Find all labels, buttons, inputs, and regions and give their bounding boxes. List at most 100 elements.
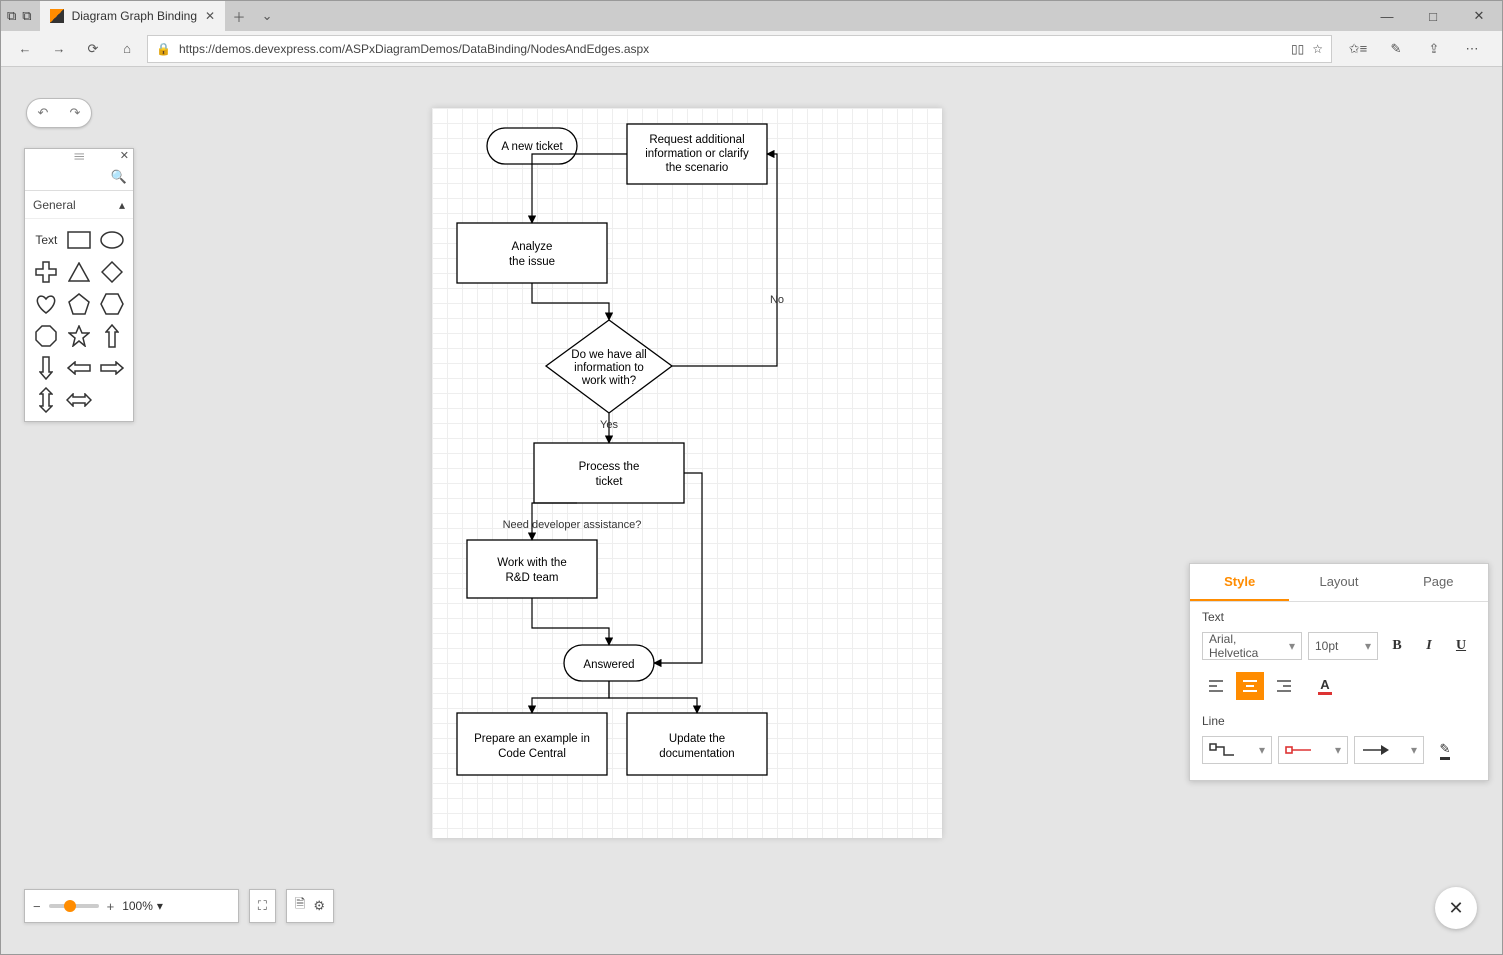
shape-triangle[interactable] xyxy=(66,259,93,285)
home-button[interactable]: ⌂ xyxy=(113,35,141,63)
node-n1-label: A new ticket xyxy=(501,141,563,153)
reader-icon[interactable]: ▯▯ xyxy=(1291,42,1304,56)
bold-button[interactable]: B xyxy=(1384,633,1410,659)
align-right-button[interactable] xyxy=(1270,672,1298,700)
favicon-icon xyxy=(50,9,64,23)
tab-close-icon[interactable]: ✕ xyxy=(205,9,215,23)
node-n7-label: Answered xyxy=(583,659,634,671)
tab-page[interactable]: Page xyxy=(1389,564,1488,601)
window-maximize-button[interactable]: □ xyxy=(1410,1,1456,31)
window-close-button[interactable]: ✕ xyxy=(1456,1,1502,31)
fullscreen-button[interactable]: ⛶ xyxy=(258,898,267,914)
shape-text[interactable]: Text xyxy=(33,227,60,253)
zoom-slider-knob[interactable] xyxy=(64,900,76,912)
font-color-button[interactable]: A xyxy=(1310,677,1340,695)
shape-arrow-left[interactable] xyxy=(66,355,93,381)
zoom-value: 100% xyxy=(122,899,153,913)
panel-close-icon[interactable]: ✕ xyxy=(120,149,129,162)
underline-button[interactable]: U xyxy=(1448,633,1474,659)
shape-octagon[interactable] xyxy=(33,323,60,349)
line-end-select[interactable]: ▾ xyxy=(1354,736,1424,764)
undo-button[interactable]: ↶ xyxy=(38,105,49,121)
forward-button[interactable]: → xyxy=(45,35,73,63)
chevron-down-icon: ▾ xyxy=(157,899,163,913)
shape-rectangle[interactable] xyxy=(66,227,93,253)
share-icon[interactable]: ⇪ xyxy=(1420,35,1448,63)
address-bar[interactable]: 🔒 https://demos.devexpress.com/ASPxDiagr… xyxy=(147,35,1332,63)
reload-button[interactable]: ⟳ xyxy=(79,35,107,63)
align-center-button[interactable] xyxy=(1236,672,1264,700)
shape-diamond[interactable] xyxy=(98,259,125,285)
shape-arrow-leftright[interactable] xyxy=(66,387,93,413)
export-button[interactable]: 🗎 xyxy=(295,895,305,917)
node-n6[interactable] xyxy=(467,540,597,598)
shape-ellipse[interactable] xyxy=(98,227,125,253)
shape-arrow-down[interactable] xyxy=(33,355,60,381)
panel-drag-handle[interactable]: ✕ xyxy=(25,149,133,163)
node-n2-l3: the scenario xyxy=(666,162,729,174)
edge-n4-n2[interactable] xyxy=(672,154,777,366)
connector-type-select[interactable]: ▾ xyxy=(1202,736,1272,764)
line-start-select[interactable]: ▾ xyxy=(1278,736,1348,764)
settings-button[interactable]: ⚙ xyxy=(313,898,325,914)
notes-icon[interactable]: ✎ xyxy=(1382,35,1410,63)
chevron-down-icon: ▾ xyxy=(1289,639,1295,653)
node-n2-l1: Request additional xyxy=(649,134,744,146)
chevron-down-icon: ▾ xyxy=(1365,639,1371,653)
edge-label-needdev: Need developer assistance? xyxy=(503,519,642,531)
shape-hexagon[interactable] xyxy=(98,291,125,317)
shape-star[interactable] xyxy=(66,323,93,349)
diagram-canvas[interactable]: A new ticket Request additional informat… xyxy=(432,108,942,838)
tab-style[interactable]: Style xyxy=(1190,564,1289,601)
align-left-button[interactable] xyxy=(1202,672,1230,700)
shape-arrow-right[interactable] xyxy=(98,355,125,381)
more-icon[interactable]: ⋯ xyxy=(1458,35,1486,63)
favorite-icon[interactable]: ☆ xyxy=(1312,42,1323,56)
browser-tab[interactable]: Diagram Graph Binding ✕ xyxy=(40,1,225,31)
shape-arrow-up[interactable] xyxy=(98,323,125,349)
shape-heart[interactable] xyxy=(33,291,60,317)
shape-placeholder xyxy=(98,387,125,413)
chevron-down-icon: ▾ xyxy=(1259,743,1265,757)
shape-cross[interactable] xyxy=(33,259,60,285)
close-panel-button[interactable]: ✕ xyxy=(1435,887,1477,929)
address-url: https://demos.devexpress.com/ASPxDiagram… xyxy=(179,42,1283,56)
italic-button[interactable]: I xyxy=(1416,633,1442,659)
edge-n7-n9[interactable] xyxy=(609,681,697,713)
search-icon: 🔍 xyxy=(111,169,127,185)
window-minimize-button[interactable]: — xyxy=(1364,1,1410,31)
line-color-button[interactable]: ✎ xyxy=(1430,741,1460,760)
zoom-select[interactable]: 100% ▾ xyxy=(122,899,163,913)
edge-n7-n8[interactable] xyxy=(532,681,609,713)
edge-n6-n7[interactable] xyxy=(532,598,609,645)
shape-category-header[interactable]: General ▴ xyxy=(25,191,133,219)
zoom-slider[interactable] xyxy=(49,904,99,908)
new-tab-button[interactable]: ＋ xyxy=(225,1,253,31)
node-n8-l2: Code Central xyxy=(498,748,566,760)
browser-toolbar: ← → ⟳ ⌂ 🔒 https://demos.devexpress.com/A… xyxy=(1,31,1502,67)
shape-arrow-updown[interactable] xyxy=(33,387,60,413)
node-n2-l2: information or clarify xyxy=(645,148,749,160)
font-size-select[interactable]: 10pt▾ xyxy=(1308,632,1378,660)
zoom-out-button[interactable]: − xyxy=(33,899,41,914)
edge-n3-n4[interactable] xyxy=(532,283,609,320)
redo-button[interactable]: ↷ xyxy=(70,105,81,121)
node-n3[interactable] xyxy=(457,223,607,283)
app-icon-2: ⧉ xyxy=(22,8,31,24)
node-n9-l1: Update the xyxy=(669,733,725,745)
back-button[interactable]: ← xyxy=(11,35,39,63)
tab-layout[interactable]: Layout xyxy=(1289,564,1388,601)
zoom-in-button[interactable]: + xyxy=(107,899,115,914)
favorites-list-icon[interactable]: ✩≡ xyxy=(1344,35,1372,63)
section-line-label: Line xyxy=(1202,714,1476,728)
tab-overflow-button[interactable]: ⌄ xyxy=(253,1,281,31)
edge-label-yes: Yes xyxy=(600,419,618,431)
chevron-down-icon: ▾ xyxy=(1335,743,1341,757)
node-n9-l2: documentation xyxy=(659,748,734,760)
node-n3-l1: Analyze xyxy=(512,241,553,253)
shape-pentagon[interactable] xyxy=(66,291,93,317)
zoom-toolbar: − + 100% ▾ ⛶ 🗎 ⚙ xyxy=(24,889,334,923)
node-n5[interactable] xyxy=(534,443,684,503)
font-family-select[interactable]: Arial, Helvetica▾ xyxy=(1202,632,1302,660)
shape-search[interactable]: 🔍 xyxy=(25,163,133,191)
